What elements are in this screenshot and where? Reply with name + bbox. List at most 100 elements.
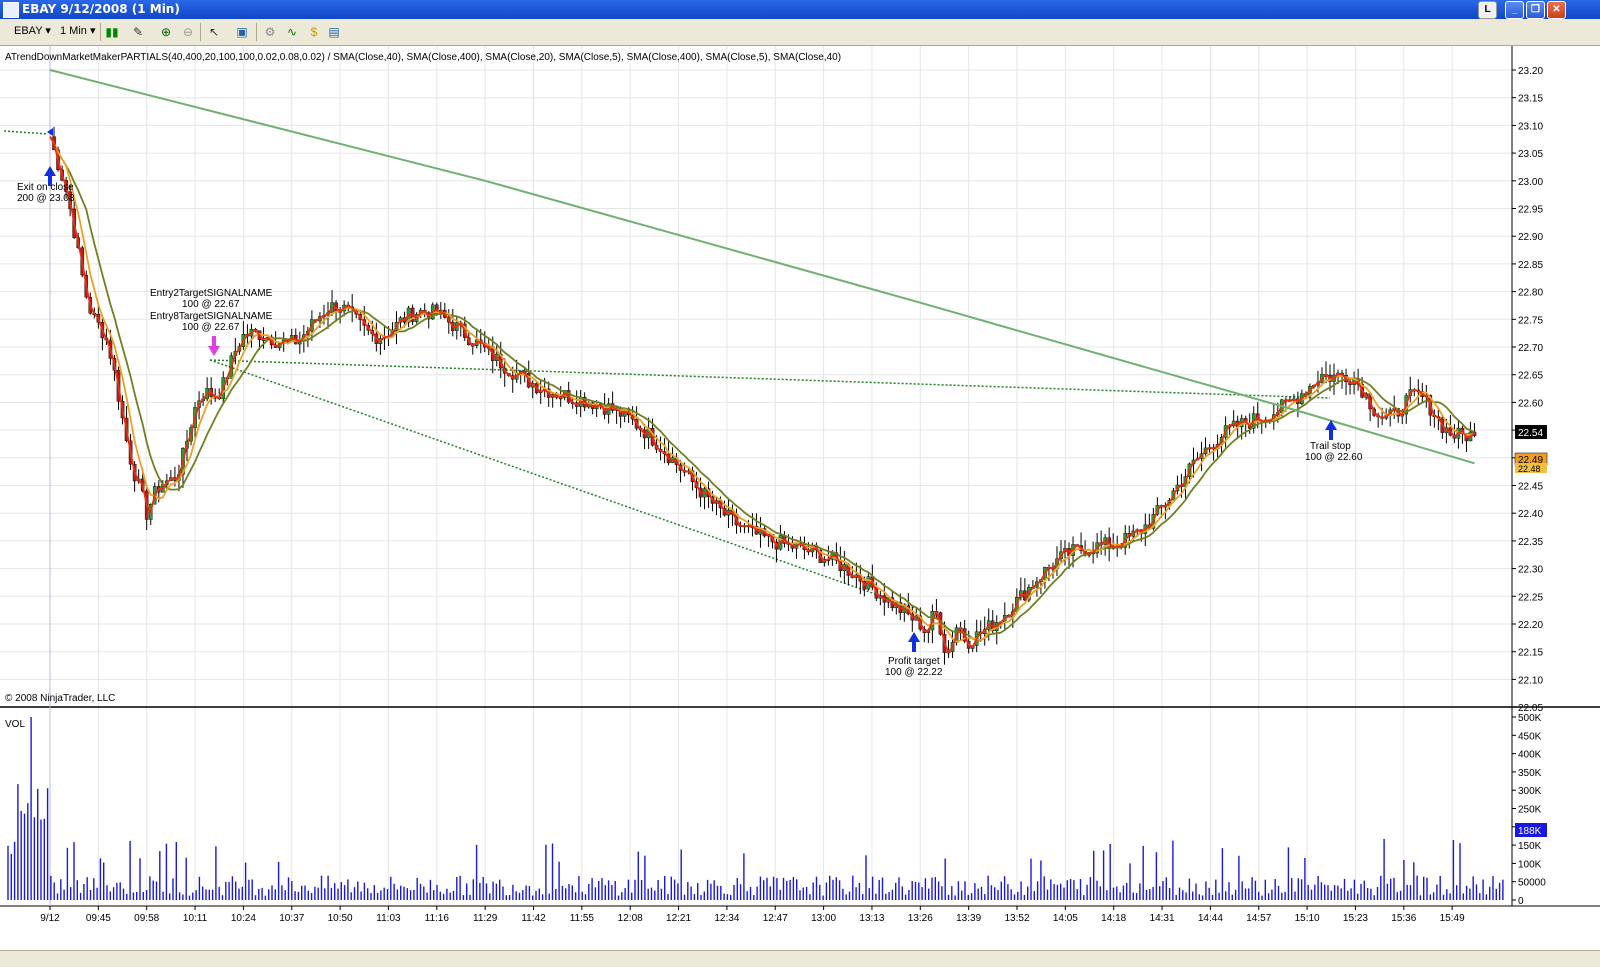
zoom-in-icon[interactable]: ⊕ bbox=[158, 24, 174, 40]
drawing-pencil-icon[interactable]: ✎ bbox=[130, 24, 146, 40]
price-tick-label: 22.75 bbox=[1518, 315, 1543, 326]
price-tick-label: 22.10 bbox=[1518, 675, 1543, 686]
annotation-line2: 100 @ 22.67 bbox=[182, 322, 240, 333]
price-tick-label: 22.40 bbox=[1518, 509, 1543, 520]
interval-label: 1 Min bbox=[60, 25, 87, 37]
instrument-label: EBAY bbox=[14, 25, 43, 37]
sma-label-text-2: 22.48 bbox=[1518, 464, 1541, 474]
volume-tick-label: 300K bbox=[1518, 786, 1542, 797]
price-tick-label: 22.30 bbox=[1518, 565, 1543, 576]
volume-tick-label: 150K bbox=[1518, 841, 1542, 852]
time-tick-label: 15:36 bbox=[1391, 913, 1416, 924]
link-button[interactable]: L bbox=[1478, 1, 1497, 19]
time-tick-label: 13:52 bbox=[1004, 913, 1029, 924]
properties-icon[interactable]: ⚙ bbox=[262, 24, 278, 40]
volume-tick-label: 350K bbox=[1518, 768, 1542, 779]
time-tick-label: 11:55 bbox=[570, 913, 595, 924]
annotation-line2: 200 @ 23.08 bbox=[17, 193, 75, 204]
interval-selector[interactable]: 1 Min ▾ bbox=[56, 23, 102, 40]
price-tick-label: 22.90 bbox=[1518, 232, 1543, 243]
close-button[interactable]: ✕ bbox=[1547, 1, 1566, 19]
price-tick-label: 22.85 bbox=[1518, 260, 1543, 271]
last-volume-text: 188K bbox=[1518, 826, 1542, 837]
volume-tick-label: 450K bbox=[1518, 731, 1542, 742]
volume-tick-label: 500K bbox=[1518, 713, 1542, 724]
zoom-out-icon[interactable]: ⊖ bbox=[180, 24, 196, 40]
sma-price-label-2: 22.48 bbox=[1515, 463, 1547, 474]
price-tick-label: 22.60 bbox=[1518, 398, 1543, 409]
price-tick-label: 22.25 bbox=[1518, 592, 1543, 603]
window-titlebar: EBAY 9/12/2008 (1 Min) L _ ❐ ✕ bbox=[0, 0, 1600, 19]
time-tick-label: 13:00 bbox=[811, 913, 836, 924]
time-tick-label: 09:58 bbox=[134, 913, 159, 924]
annotation-line1: Trail stop bbox=[1310, 441, 1351, 452]
time-tick-label: 11:29 bbox=[473, 913, 498, 924]
annotation-line1: Entry8TargetSIGNALNAME bbox=[150, 311, 273, 322]
time-tick-label: 11:16 bbox=[425, 913, 450, 924]
time-tick-label: 13:26 bbox=[908, 913, 933, 924]
annotation-profit-target: Profit target 100 @ 22.22 bbox=[885, 656, 943, 678]
last-price-text: 22.54 bbox=[1518, 428, 1543, 439]
indicator-caption: ATrendDownMarketMakerPARTIALS(40,400,20,… bbox=[5, 52, 841, 63]
annotation-line2: 100 @ 22.22 bbox=[885, 667, 943, 678]
time-tick-label: 12:08 bbox=[618, 913, 643, 924]
volume-axis: 500K450K400K350K300K250K200K150K100K5000… bbox=[1512, 713, 1546, 907]
time-tick-label: 9/12 bbox=[40, 913, 60, 924]
toolbar: EBAY ▾ 1 Min ▾ ▮▮ ✎ ⊕ ⊖ ↖ ▣ ⚙ ∿ $ ▤ bbox=[0, 19, 1600, 46]
volume-tick-label: 250K bbox=[1518, 805, 1542, 816]
time-tick-label: 14:18 bbox=[1101, 913, 1126, 924]
maximize-button[interactable]: ❐ bbox=[1526, 1, 1545, 19]
price-tick-label: 22.95 bbox=[1518, 205, 1543, 216]
volume-tick-label: 0 bbox=[1518, 896, 1524, 907]
time-tick-label: 11:42 bbox=[521, 913, 546, 924]
annotation-line1: Profit target bbox=[888, 656, 940, 667]
price-tick-label: 23.00 bbox=[1518, 177, 1543, 188]
last-price-label: 22.54 bbox=[1515, 425, 1547, 439]
last-volume-label: 188K bbox=[1515, 823, 1547, 837]
annotation-line2: 100 @ 22.67 bbox=[182, 299, 240, 310]
annotation-line2: 100 @ 22.60 bbox=[1305, 452, 1363, 463]
time-tick-label: 15:10 bbox=[1295, 913, 1320, 924]
time-tick-label: 11:03 bbox=[376, 913, 401, 924]
data-box-icon[interactable]: ▣ bbox=[234, 24, 250, 40]
time-tick-label: 10:50 bbox=[328, 913, 353, 924]
copyright-text: © 2008 NinjaTrader, LLC bbox=[5, 693, 115, 704]
volume-tick-label: 100K bbox=[1518, 859, 1542, 870]
time-tick-label: 10:37 bbox=[279, 913, 304, 924]
price-tick-label: 22.80 bbox=[1518, 288, 1543, 299]
time-tick-label: 14:44 bbox=[1198, 913, 1223, 924]
strategies-icon[interactable]: $ bbox=[306, 24, 322, 40]
time-tick-label: 12:21 bbox=[666, 913, 691, 924]
price-tick-label: 22.70 bbox=[1518, 343, 1543, 354]
price-tick-label: 22.20 bbox=[1518, 620, 1543, 631]
annotation-line1: Exit on close bbox=[17, 182, 74, 193]
time-tick-label: 15:49 bbox=[1440, 913, 1465, 924]
time-tick-label: 09:45 bbox=[86, 913, 111, 924]
window-title: EBAY 9/12/2008 (1 Min) bbox=[22, 2, 180, 16]
chart-style-icon[interactable]: ▮▮ bbox=[104, 24, 120, 40]
cursor-icon[interactable]: ↖ bbox=[206, 24, 222, 40]
price-tick-label: 22.45 bbox=[1518, 482, 1543, 493]
price-tick-label: 23.05 bbox=[1518, 149, 1543, 160]
time-tick-label: 14:05 bbox=[1053, 913, 1078, 924]
price-tick-label: 22.35 bbox=[1518, 537, 1543, 548]
price-tick-label: 23.10 bbox=[1518, 121, 1543, 132]
price-tick-label: 23.15 bbox=[1518, 94, 1543, 105]
price-tick-label: 22.15 bbox=[1518, 648, 1543, 659]
template-icon[interactable]: ▤ bbox=[326, 24, 342, 40]
instrument-selector[interactable]: EBAY ▾ bbox=[10, 23, 60, 40]
app-icon bbox=[3, 2, 19, 18]
time-tick-label: 13:39 bbox=[956, 913, 981, 924]
time-tick-label: 13:13 bbox=[859, 913, 884, 924]
annotation-exit-on-close: Exit on close 200 @ 23.08 bbox=[17, 182, 75, 204]
volume-panel-label: VOL bbox=[5, 719, 25, 730]
volume-tick-label: 50000 bbox=[1518, 878, 1546, 889]
annotation-line1: Entry2TargetSIGNALNAME bbox=[150, 288, 273, 299]
time-tick-label: 10:24 bbox=[231, 913, 256, 924]
minimize-button[interactable]: _ bbox=[1505, 1, 1524, 19]
time-tick-label: 12:34 bbox=[714, 913, 739, 924]
price-tick-label: 23.20 bbox=[1518, 66, 1543, 77]
indicators-icon[interactable]: ∿ bbox=[284, 24, 300, 40]
chart-area[interactable]: ATrendDownMarketMakerPARTIALS(40,400,20,… bbox=[0, 46, 1600, 950]
time-tick-label: 12:47 bbox=[763, 913, 788, 924]
